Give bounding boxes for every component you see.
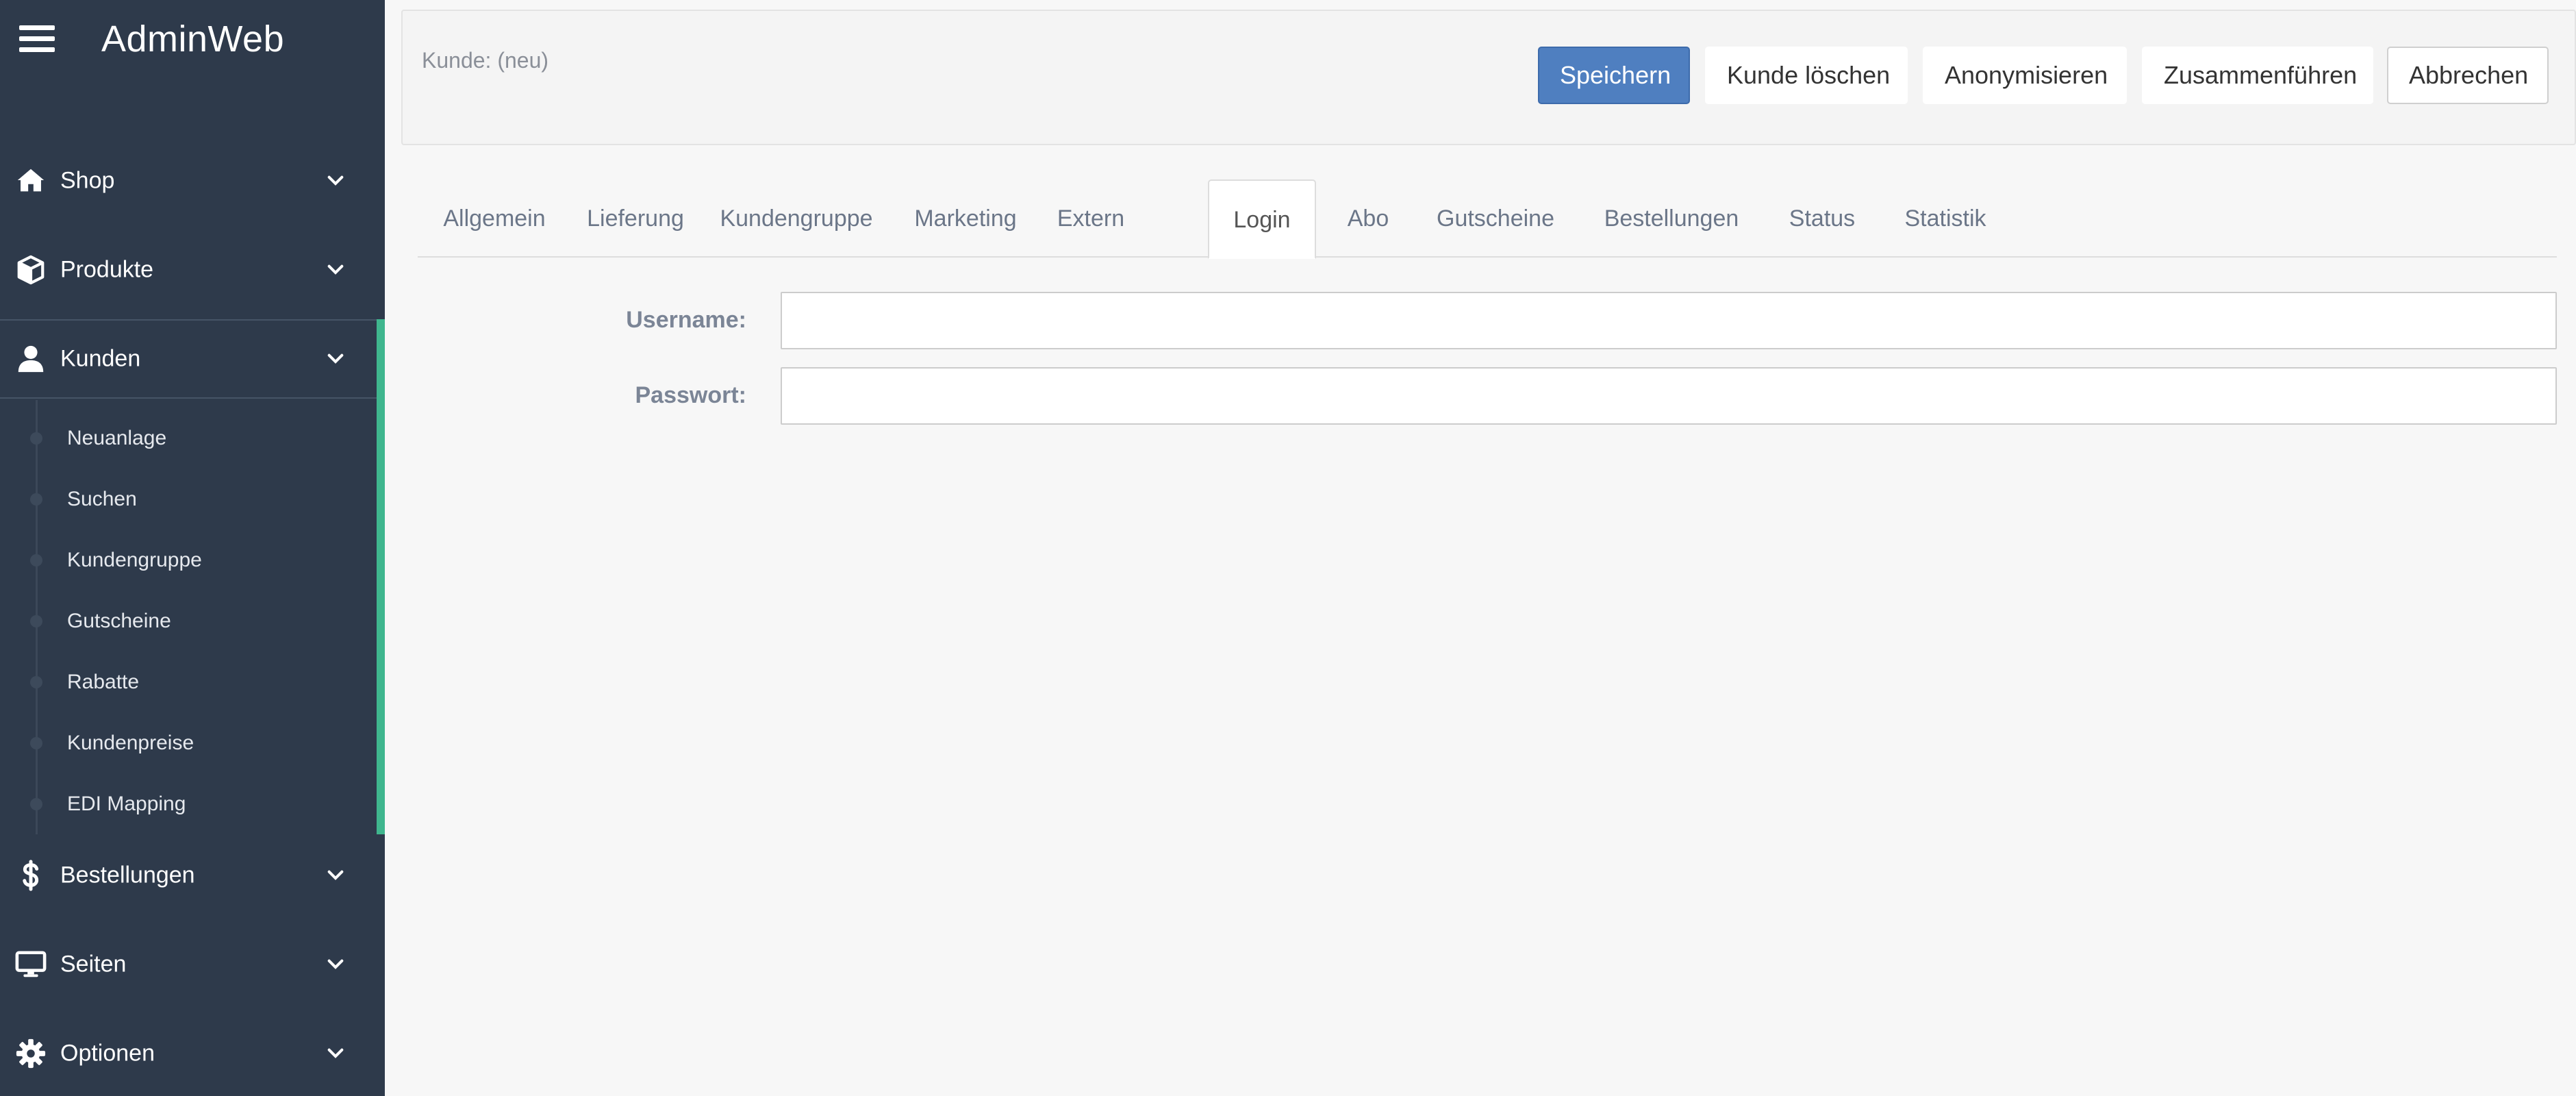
user-icon — [18, 345, 44, 373]
sidebar-item-kunden[interactable]: Kunden — [0, 319, 385, 399]
tab-marketing[interactable]: Marketing — [900, 179, 1031, 258]
tab-kundengruppe[interactable]: Kundengruppe — [711, 179, 882, 258]
tab-allgemein[interactable]: Allgemein — [427, 179, 561, 258]
bullet-dot-icon — [30, 798, 42, 810]
chevron-down-icon — [327, 870, 344, 880]
tab-abo[interactable]: Abo — [1330, 179, 1406, 258]
username-label: Username: — [626, 307, 746, 333]
bullet-dot-icon — [30, 493, 42, 506]
sidebar-item-label: Shop — [60, 167, 115, 194]
delete-customer-button[interactable]: Kunde löschen — [1705, 47, 1908, 104]
subnav-label: EDI Mapping — [67, 793, 186, 815]
bullet-dot-icon — [30, 432, 42, 445]
app-title: AdminWeb — [101, 18, 285, 60]
sidebar-item-produkte[interactable]: Produkte — [0, 226, 385, 314]
tab-statistik[interactable]: Statistik — [1887, 179, 2004, 258]
chevron-down-icon — [327, 1048, 344, 1058]
sidebar-item-bestellungen[interactable]: Bestellungen — [0, 832, 385, 919]
cancel-button[interactable]: Abbrechen — [2387, 47, 2549, 104]
tab-status[interactable]: Status — [1773, 179, 1871, 258]
sidebar-item-optionen[interactable]: Optionen — [0, 1010, 385, 1096]
brand-header: AdminWeb — [0, 0, 385, 79]
chevron-down-icon — [327, 353, 344, 364]
tab-lieferung[interactable]: Lieferung — [579, 179, 692, 258]
subnav-label: Rabatte — [67, 671, 140, 693]
sidebar-item-shop[interactable]: Shop — [0, 137, 385, 225]
subnav-item-rabatte[interactable]: Rabatte — [0, 662, 375, 703]
chevron-down-icon — [327, 175, 344, 186]
subnav-item-neuanlage[interactable]: Neuanlage — [0, 418, 375, 459]
sidebar-item-label: Produkte — [60, 256, 154, 283]
tab-login[interactable]: Login — [1208, 179, 1316, 259]
monitor-icon — [15, 951, 47, 977]
subnav-label: Gutscheine — [67, 610, 171, 632]
save-button[interactable]: Speichern — [1538, 47, 1690, 104]
tab-bestellungen[interactable]: Bestellungen — [1586, 179, 1757, 258]
sidebar-item-label: Bestellungen — [60, 862, 195, 888]
password-input[interactable] — [781, 367, 2557, 425]
chevron-down-icon — [327, 959, 344, 969]
gear-icon — [16, 1038, 46, 1069]
cube-icon — [17, 255, 45, 285]
subnav-item-gutscheine[interactable]: Gutscheine — [0, 601, 375, 642]
subnav-item-edi-mapping[interactable]: EDI Mapping — [0, 784, 375, 825]
sidebar-item-seiten[interactable]: Seiten — [0, 921, 385, 1008]
subnav-item-suchen[interactable]: Suchen — [0, 479, 375, 520]
sidebar-item-label: Seiten — [60, 951, 127, 977]
username-input[interactable] — [781, 292, 2557, 349]
subnav-item-kundenpreise[interactable]: Kundenpreise — [0, 723, 375, 764]
hamburger-menu-icon[interactable] — [19, 25, 55, 53]
bullet-dot-icon — [30, 615, 42, 627]
sidebar: AdminWeb Shop Produkte Kunden Neuanlage … — [0, 0, 385, 1096]
subnav-label: Kundengruppe — [67, 549, 202, 571]
record-title: Kunde: (neu) — [422, 48, 549, 73]
tab-extern[interactable]: Extern — [1048, 179, 1134, 258]
anonymize-button[interactable]: Anonymisieren — [1923, 47, 2127, 104]
subnav-label: Suchen — [67, 488, 137, 510]
active-section-indicator — [377, 319, 385, 834]
subnav-label: Neuanlage — [67, 427, 167, 449]
sidebar-item-label: Optionen — [60, 1040, 155, 1067]
subnav-item-kundengruppe[interactable]: Kundengruppe — [0, 540, 375, 581]
password-label: Passwort: — [635, 382, 747, 408]
merge-button[interactable]: Zusammenführen — [2142, 47, 2373, 104]
sidebar-item-label: Kunden — [60, 345, 141, 372]
dollar-icon — [23, 860, 39, 891]
bullet-dot-icon — [30, 737, 42, 749]
subnav-label: Kundenpreise — [67, 732, 194, 754]
tab-gutscheine[interactable]: Gutscheine — [1422, 179, 1569, 258]
tab-bar: Allgemein Lieferung Kundengruppe Marketi… — [418, 179, 2557, 259]
home-icon — [17, 169, 45, 192]
chevron-down-icon — [327, 264, 344, 275]
bullet-dot-icon — [30, 676, 42, 688]
record-toolbar: Kunde: (neu) Speichern Kunde löschen Ano… — [401, 10, 2576, 145]
bullet-dot-icon — [30, 554, 42, 566]
